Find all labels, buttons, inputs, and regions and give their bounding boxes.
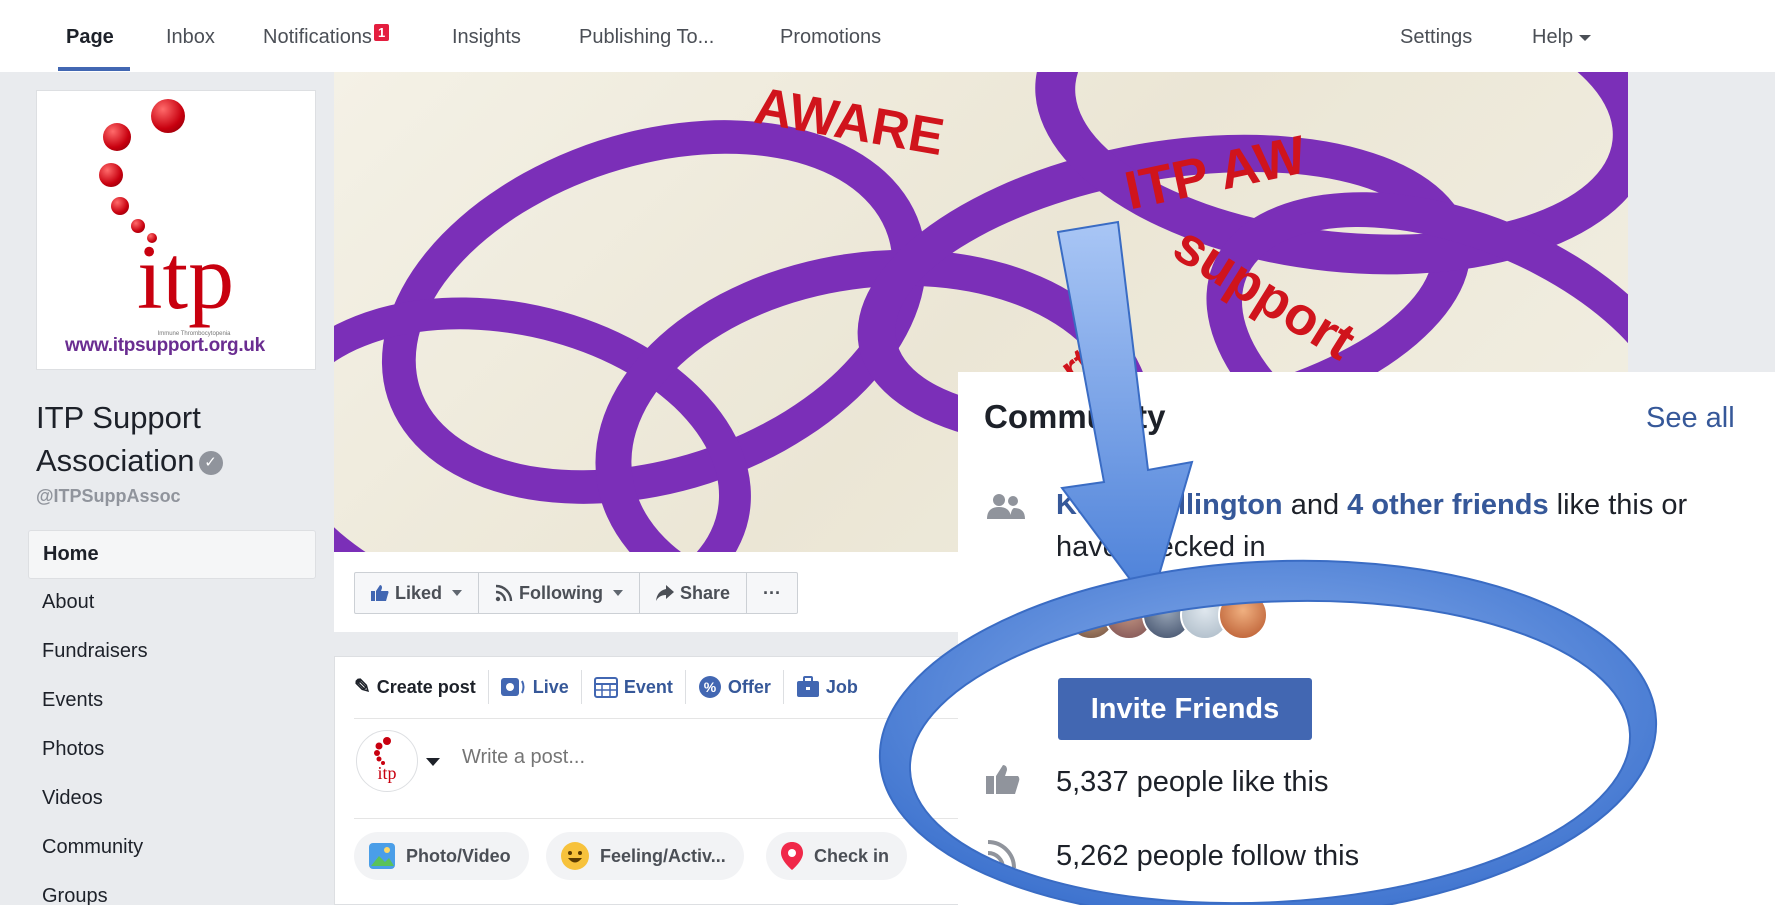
tab-notifications-label: Notifications [263, 26, 372, 48]
chevron-down-icon [1579, 34, 1592, 41]
like-glyph [986, 765, 1020, 794]
nav-item-videos[interactable]: Videos [28, 775, 316, 824]
liked-label: Liked [395, 583, 443, 603]
feeling-activity-label: Feeling/Activ... [600, 845, 726, 866]
friend-avatars[interactable] [1066, 590, 1268, 640]
nav-item-home[interactable]: Home [28, 530, 316, 579]
left-gutter [0, 0, 8, 905]
share-label: Share [680, 583, 731, 603]
more-options-button[interactable]: ··· [747, 573, 797, 613]
page-actions: Liked Following Share ··· [354, 572, 799, 614]
svg-text:%: % [704, 679, 717, 695]
nav-item-fundraisers[interactable]: Fundraisers [28, 628, 316, 677]
svg-text:itp: itp [377, 763, 396, 783]
tab-insights[interactable]: Insights [452, 26, 521, 49]
thumbs-up-icon [986, 764, 1020, 802]
profile-picture[interactable]: itp Immune Thrombocytopenia www.itpsuppo… [36, 90, 316, 370]
chevron-down-icon [613, 590, 623, 596]
logo-wordmark: itp [137, 226, 235, 328]
avatar-logo-icon: itp [374, 737, 397, 783]
logo-dot [111, 197, 129, 215]
active-tab-indicator [58, 67, 130, 71]
friends-like-text: Katie Wellington and 4 other friends lik… [1056, 484, 1756, 568]
notification-count-badge: 1 [373, 24, 390, 41]
write-post-input[interactable] [462, 746, 762, 769]
check-in-button[interactable]: Check in [766, 832, 908, 880]
tab-settings[interactable]: Settings [1400, 26, 1472, 49]
and-text: and [1282, 489, 1348, 521]
community-title: Community [984, 398, 1166, 435]
tab-publishing-tools[interactable]: Publishing To... [579, 26, 714, 49]
following-button[interactable]: Following [479, 573, 640, 613]
create-post-tab[interactable]: ✎ Create post [354, 670, 489, 704]
page-nav: Home About Fundraisers Events Photos Vid… [28, 530, 316, 905]
tab-help-label: Help [1532, 26, 1574, 48]
people-glyph [987, 494, 1025, 519]
divider [354, 818, 974, 819]
tab-inbox[interactable]: Inbox [166, 26, 215, 49]
divider [354, 718, 974, 719]
calendar-icon [593, 677, 618, 698]
nav-item-about[interactable]: About [28, 579, 316, 628]
friend-name-link[interactable]: Katie Wellington [1056, 489, 1283, 521]
logo-url: www.itpsupport.org.uk [65, 335, 265, 356]
follow-glyph [987, 840, 1016, 869]
photo-icon [369, 843, 395, 869]
photo-video-label: Photo/Video [406, 845, 511, 866]
location-pin-icon [781, 842, 803, 870]
chevron-down-icon [452, 590, 463, 596]
nav-item-photos[interactable]: Photos [28, 726, 316, 775]
logo-dot [151, 99, 185, 133]
live-label: Live [532, 677, 569, 697]
liked-button[interactable]: Liked [355, 573, 480, 613]
offer-tab[interactable]: % Offer [686, 670, 784, 704]
event-label: Event [623, 677, 673, 697]
other-friends-link[interactable]: 4 other friends [1347, 489, 1548, 521]
live-icon [500, 678, 525, 696]
share-button[interactable]: Share [640, 573, 748, 613]
smiley-icon [561, 842, 589, 870]
event-tab[interactable]: Event [582, 670, 686, 704]
job-tab[interactable]: Job [784, 670, 870, 704]
likes-count: 5,337 people like this [1056, 766, 1329, 798]
tab-notifications[interactable]: Notifications 1 [263, 24, 390, 49]
avatar[interactable]: itp [356, 730, 418, 792]
see-all-link[interactable]: See all [1646, 402, 1735, 435]
create-post-label: Create post [376, 677, 476, 697]
photo-video-button[interactable]: Photo/Video [354, 832, 529, 880]
friend-avatar[interactable] [1218, 590, 1268, 640]
page-handle[interactable]: @ITPSuppAssoc [36, 486, 181, 507]
check-in-label: Check in [814, 845, 890, 866]
friends-icon [986, 492, 1026, 528]
caret-down-icon[interactable] [426, 758, 440, 766]
nav-item-community[interactable]: Community [28, 824, 316, 873]
invite-friends-button[interactable]: Invite Friends [1058, 678, 1312, 740]
verified-badge-icon: ✓ [198, 450, 223, 475]
logo-dot [103, 123, 131, 151]
share-arrow-icon [656, 585, 674, 601]
page-tabs-bar: Page Inbox Notifications 1 Insights Publi… [0, 0, 1775, 72]
rss-icon [495, 584, 513, 602]
job-label: Job [825, 677, 858, 697]
offer-label: Offer [727, 677, 771, 697]
offer-icon: % [698, 676, 721, 698]
logo-dot [99, 163, 123, 187]
rss-icon [986, 838, 1018, 878]
page-title-line1: ITP Support [36, 400, 201, 435]
composer-tabs: ✎ Create post Live Event % Offer Job [354, 670, 870, 704]
pencil-icon: ✎ [354, 676, 371, 698]
tab-promotions[interactable]: Promotions [780, 26, 881, 49]
live-tab[interactable]: Live [489, 670, 582, 704]
tab-help[interactable]: Help [1532, 26, 1592, 49]
briefcase-icon [796, 676, 819, 697]
following-label: Following [519, 583, 603, 603]
thumbs-up-icon [371, 585, 389, 601]
feeling-activity-button[interactable]: Feeling/Activ... [546, 832, 744, 880]
nav-item-groups[interactable]: Groups [28, 873, 316, 905]
page-title-line2: Association [36, 443, 195, 478]
tab-page[interactable]: Page [66, 26, 114, 49]
page-title[interactable]: ITP Support Association ✓ [36, 396, 296, 482]
follows-count: 5,262 people follow this [1056, 840, 1360, 872]
nav-item-events[interactable]: Events [28, 677, 316, 726]
